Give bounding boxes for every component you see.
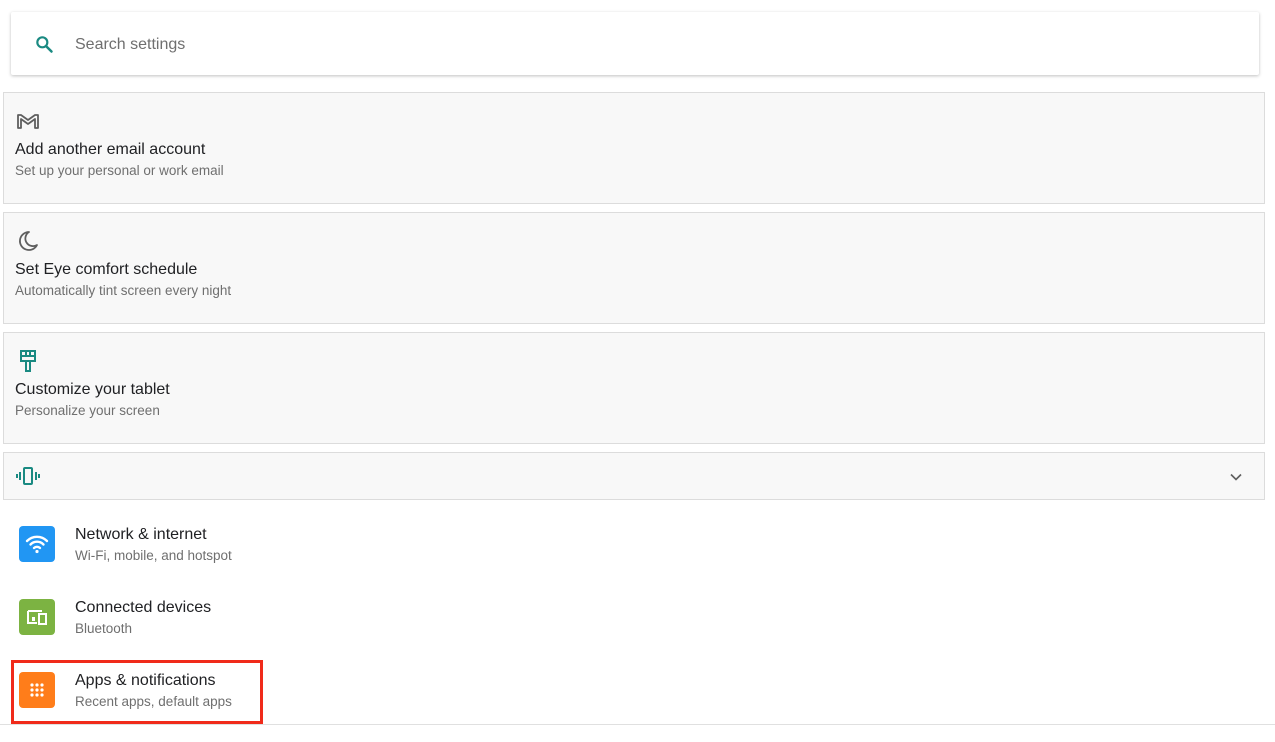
suggestion-subtitle: Personalize your screen xyxy=(15,403,160,418)
settings-item-title: Connected devices xyxy=(75,599,212,616)
divider xyxy=(0,724,1275,725)
collapsed-suggestions-card[interactable] xyxy=(3,452,1265,500)
wifi-icon xyxy=(19,526,55,562)
suggestion-title: Customize your tablet xyxy=(15,381,170,398)
settings-item-subtitle: Wi-Fi, mobile, and hotspot xyxy=(75,548,232,563)
suggestion-subtitle: Set up your personal or work email xyxy=(15,163,224,178)
settings-item-title: Network & internet xyxy=(75,526,207,543)
suggestion-title: Set Eye comfort schedule xyxy=(15,261,198,278)
vibrate-icon xyxy=(16,467,40,485)
settings-item-subtitle: Bluetooth xyxy=(75,621,133,636)
devices-icon xyxy=(19,599,55,635)
search-bar[interactable] xyxy=(11,12,1259,75)
search-input[interactable] xyxy=(73,33,1227,57)
moon-icon xyxy=(19,231,38,251)
settings-item-network[interactable]: Network & internet Wi-Fi, mobile, and ho… xyxy=(0,526,1275,596)
suggestion-card-eye-comfort[interactable]: Set Eye comfort schedule Automatically t… xyxy=(3,212,1265,324)
settings-item-connected-devices[interactable]: Connected devices Bluetooth xyxy=(0,599,1275,669)
suggestion-subtitle: Automatically tint screen every night xyxy=(15,283,232,298)
suggestion-title: Add another email account xyxy=(15,141,206,158)
gmail-icon xyxy=(17,114,39,129)
suggestion-card-email[interactable]: Add another email account Set up your pe… xyxy=(3,92,1265,204)
chevron-down-icon[interactable] xyxy=(1226,467,1246,487)
suggestion-card-customize[interactable]: Customize your tablet Personalize your s… xyxy=(3,332,1265,444)
search-icon[interactable] xyxy=(34,34,54,54)
paint-brush-icon xyxy=(20,350,36,372)
highlight-box xyxy=(11,660,263,724)
